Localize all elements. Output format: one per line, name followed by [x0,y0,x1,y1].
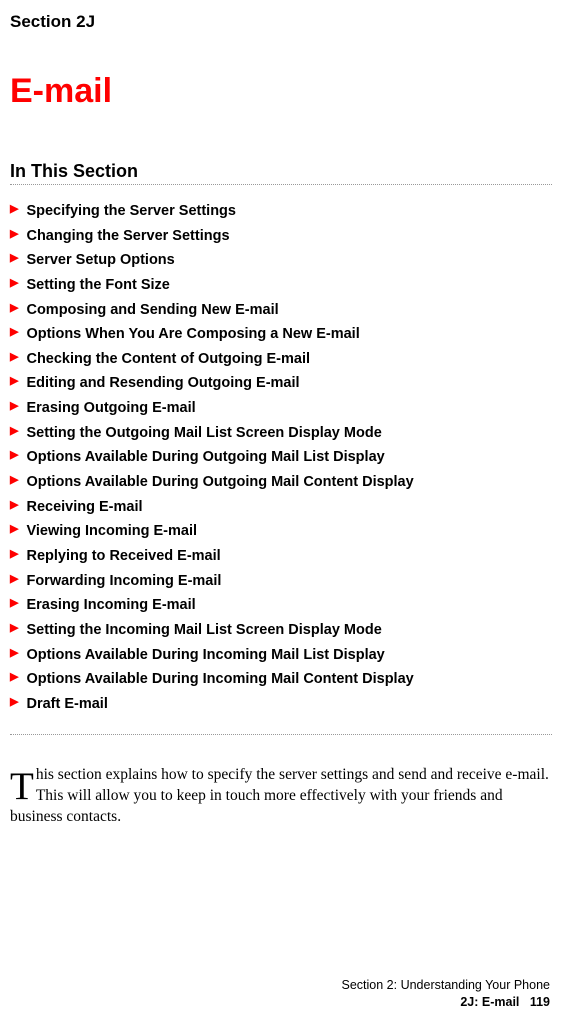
drop-cap: T [10,765,36,806]
list-item-label: Options Available During Incoming Mail L… [26,643,384,668]
bullet-icon: ▶ [10,495,18,516]
bullet-icon: ▶ [10,298,18,319]
list-item-label: Forwarding Incoming E-mail [26,569,221,594]
list-item-label: Setting the Incoming Mail List Screen Di… [26,618,381,643]
list-item-label: Changing the Server Settings [26,224,229,249]
list-item: ▶ Options Available During Outgoing Mail … [10,470,552,495]
list-item: ▶ Receiving E-mail [10,495,552,520]
list-item: ▶ Checking the Content of Outgoing E-mail [10,347,552,372]
list-item: ▶ Options Available During Outgoing Mail … [10,445,552,470]
list-item: ▶ Options When You Are Composing a New E-… [10,322,552,347]
list-item-label: Replying to Received E-mail [26,544,220,569]
list-item: ▶ Editing and Resending Outgoing E-mail [10,371,552,396]
section-label: Section 2J [10,12,552,32]
list-item-label: Options Available During Outgoing Mail C… [26,470,413,495]
list-item-label: Erasing Outgoing E-mail [26,396,195,421]
bullet-icon: ▶ [10,224,18,245]
list-item: ▶ Viewing Incoming E-mail [10,519,552,544]
contents-list: ▶ Specifying the Server Settings ▶ Changin… [10,199,552,716]
list-item-label: Receiving E-mail [26,495,142,520]
list-item: ▶ Forwarding Incoming E-mail [10,569,552,594]
list-item: ▶ Draft E-mail [10,692,552,717]
bullet-icon: ▶ [10,199,18,220]
bullet-icon: ▶ [10,445,18,466]
list-item-label: Draft E-mail [26,692,107,717]
page-number: 119 [530,995,550,1009]
bullet-icon: ▶ [10,470,18,491]
bullet-icon: ▶ [10,692,18,713]
bullet-icon: ▶ [10,273,18,294]
bullet-icon: ▶ [10,569,18,590]
list-item-label: Setting the Outgoing Mail List Screen Di… [26,421,381,446]
list-item-label: Setting the Font Size [26,273,169,298]
list-item: ▶ Setting the Incoming Mail List Screen D… [10,618,552,643]
list-item: ▶ Setting the Font Size [10,273,552,298]
list-item: ▶ Options Available During Incoming Mail … [10,643,552,668]
footer-chapter: 2J: E-mail [460,995,519,1009]
bullet-icon: ▶ [10,593,18,614]
list-item-label: Options Available During Incoming Mail C… [26,667,413,692]
page-title: E-mail [10,72,552,111]
list-item: ▶ Erasing Incoming E-mail [10,593,552,618]
bullet-icon: ▶ [10,667,18,688]
list-item: ▶ Composing and Sending New E-mail [10,298,552,323]
list-item-label: Checking the Content of Outgoing E-mail [26,347,310,372]
list-item-label: Options When You Are Composing a New E-m… [26,322,359,347]
bullet-icon: ▶ [10,618,18,639]
subsection-title: In This Section [10,161,552,182]
bullet-icon: ▶ [10,544,18,565]
footer-page-line: 2J: E-mail 119 [342,994,551,1011]
intro-text: his section explains how to specify the … [10,766,549,825]
list-item-label: Editing and Resending Outgoing E-mail [26,371,299,396]
list-item-label: Viewing Incoming E-mail [26,519,197,544]
intro-paragraph: This section explains how to specify the… [10,765,552,828]
bullet-icon: ▶ [10,396,18,417]
bullet-icon: ▶ [10,371,18,392]
list-item: ▶ Specifying the Server Settings [10,199,552,224]
list-item: ▶ Server Setup Options [10,248,552,273]
list-item: ▶ Options Available During Incoming Mail … [10,667,552,692]
bullet-icon: ▶ [10,643,18,664]
list-item: ▶ Replying to Received E-mail [10,544,552,569]
list-item-label: Specifying the Server Settings [26,199,236,224]
footer-section-path: Section 2: Understanding Your Phone [342,977,551,994]
bullet-icon: ▶ [10,421,18,442]
bullet-icon: ▶ [10,322,18,343]
list-item-label: Options Available During Outgoing Mail L… [26,445,384,470]
divider-top [10,184,552,185]
list-item-label: Server Setup Options [26,248,174,273]
list-item: ▶ Erasing Outgoing E-mail [10,396,552,421]
bullet-icon: ▶ [10,519,18,540]
page-footer: Section 2: Understanding Your Phone 2J: … [342,977,551,1011]
bullet-icon: ▶ [10,347,18,368]
bullet-icon: ▶ [10,248,18,269]
list-item: ▶ Changing the Server Settings [10,224,552,249]
list-item-label: Erasing Incoming E-mail [26,593,195,618]
list-item: ▶ Setting the Outgoing Mail List Screen D… [10,421,552,446]
divider-bottom [10,734,552,735]
list-item-label: Composing and Sending New E-mail [26,298,278,323]
